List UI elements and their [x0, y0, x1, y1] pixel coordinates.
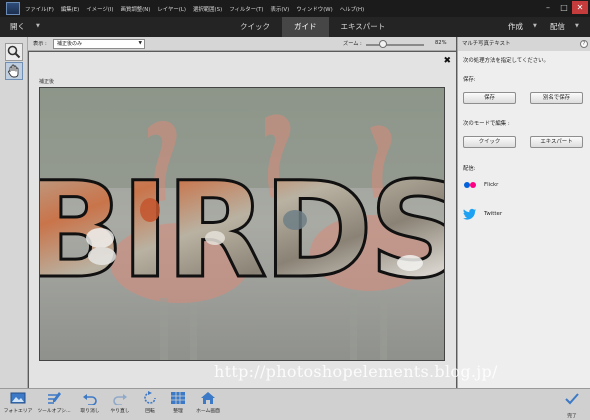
edit-heading: 次のモードで編集 : — [463, 121, 510, 127]
done-label: 完了 — [567, 414, 577, 419]
menu-bar: ファイル(F) 編集(E) イメージ(I) 画質調整(N) レイヤー(L) 選択… — [0, 0, 590, 17]
menu-image[interactable]: イメージ(I) — [86, 5, 113, 13]
checkmark-icon — [565, 393, 579, 405]
create-dropdown-caret-icon[interactable]: ▼ — [533, 23, 537, 29]
zoom-value: 82% — [435, 40, 447, 46]
flickr-icon — [464, 182, 476, 188]
twitter-label: Twitter — [484, 211, 503, 217]
photo-canvas[interactable]: BIRDS — [39, 87, 445, 361]
options-bar: 表示 : 補正後のみ ▼ ズーム : 82% — [0, 37, 456, 51]
help-icon[interactable]: ? — [580, 40, 588, 48]
twitter-icon — [463, 208, 476, 220]
menu-edit[interactable]: 編集(E) — [61, 5, 79, 13]
share-button[interactable]: 配信 — [550, 21, 565, 32]
save-heading: 保存: — [463, 77, 476, 83]
twitter-share-button[interactable]: Twitter — [463, 208, 502, 220]
close-window-button[interactable]: ✕ — [572, 1, 588, 14]
app-logo-icon — [6, 2, 20, 15]
expert-edit-button[interactable]: エキスパート — [530, 136, 583, 148]
close-document-icon[interactable]: ✖ — [443, 56, 451, 66]
open-button[interactable]: 開く — [10, 21, 25, 32]
mode-tabs: クイック ガイド エキスパート — [228, 17, 397, 37]
open-dropdown-caret-icon[interactable]: ▼ — [36, 23, 40, 29]
view-label: 表示 : — [33, 41, 47, 47]
home-screen-label: ホーム画面 — [196, 409, 220, 414]
after-label: 補正後 — [39, 79, 55, 85]
tool-options-icon — [48, 392, 61, 404]
tool-bar — [0, 37, 28, 388]
flickr-share-button[interactable]: Flickr — [463, 180, 498, 190]
home-screen-button[interactable]: ホーム画面 — [190, 391, 226, 414]
save-as-button[interactable]: 別名で保存 — [530, 92, 583, 104]
photo-bin-label: フォトエリア — [3, 409, 33, 414]
view-select-value: 補正後のみ — [57, 41, 83, 47]
rotate-icon — [144, 391, 156, 404]
share-dropdown-caret-icon[interactable]: ▼ — [575, 23, 579, 29]
panel-title-text: マルチ写真テキスト — [462, 41, 511, 47]
menu-select[interactable]: 選択範囲(S) — [193, 5, 222, 13]
redo-icon — [113, 394, 127, 405]
zoom-tool-button[interactable] — [5, 43, 23, 61]
tab-guided[interactable]: ガイド — [282, 17, 329, 37]
tool-options-button[interactable]: ツールオプシ... — [36, 391, 72, 414]
zoom-slider-track[interactable] — [366, 44, 424, 46]
tab-expert[interactable]: エキスパート — [329, 17, 398, 37]
app-window: ファイル(F) 編集(E) イメージ(I) 画質調整(N) レイヤー(L) 選択… — [0, 0, 590, 420]
create-button[interactable]: 作成 — [508, 21, 523, 32]
mode-bar: 開く ▼ クイック ガイド エキスパート 作成 ▼ 配信 ▼ — [0, 17, 590, 37]
canvas-area: ✖ 補正後 BIRDS — [29, 52, 456, 388]
tab-quick[interactable]: クイック — [228, 17, 282, 37]
window-controls: – □ ✕ — [540, 1, 588, 14]
menu-filter[interactable]: フィルター(T) — [229, 5, 263, 13]
done-button[interactable]: 完了 — [558, 391, 586, 419]
chevron-down-icon: ▼ — [138, 41, 142, 46]
view-select[interactable]: 補正後のみ ▼ — [53, 39, 145, 49]
menu-layer[interactable]: レイヤー(L) — [157, 5, 186, 13]
menu-file[interactable]: ファイル(F) — [25, 5, 54, 13]
tool-options-label: ツールオプシ... — [37, 409, 71, 414]
menu-window[interactable]: ウィンドウ(W) — [296, 5, 333, 13]
birds-photo-image: BIRDS — [40, 88, 444, 360]
panel-instruction: 次の処理方法を指定してください。 — [463, 58, 549, 64]
photo-bin-button[interactable]: フォトエリア — [0, 391, 36, 414]
quick-edit-button[interactable]: クイック — [463, 136, 516, 148]
undo-icon — [83, 394, 97, 405]
maximize-button[interactable]: □ — [556, 1, 572, 14]
organize-icon — [171, 392, 185, 404]
menu-enhance[interactable]: 画質調整(N) — [121, 5, 151, 13]
zoom-tool-icon — [7, 45, 21, 59]
panel-title: マルチ写真テキスト ? — [458, 37, 590, 51]
menu-view[interactable]: 表示(V) — [271, 5, 290, 13]
hand-tool-icon — [8, 64, 19, 78]
save-button[interactable]: 保存 — [463, 92, 516, 104]
hand-tool-button[interactable] — [5, 62, 23, 80]
menu-help[interactable]: ヘルプ(H) — [340, 5, 364, 13]
photo-bin-icon — [10, 392, 26, 404]
share-heading: 配信: — [463, 166, 476, 172]
watermark-url: http://photoshopelements.blog.jp/ — [214, 362, 498, 381]
bottom-bar: フォトエリア ツールオプシ... 取り消し やり直し 回転 整理 ホーム画面 完… — [0, 388, 590, 420]
home-icon — [201, 392, 215, 404]
flickr-label: Flickr — [484, 182, 499, 188]
minimize-button[interactable]: – — [540, 1, 556, 14]
zoom-slider-thumb[interactable] — [379, 40, 388, 48]
zoom-label: ズーム : — [343, 41, 362, 47]
guided-panel: マルチ写真テキスト ? 次の処理方法を指定してください。 保存: 保存 別名で保… — [457, 37, 590, 388]
